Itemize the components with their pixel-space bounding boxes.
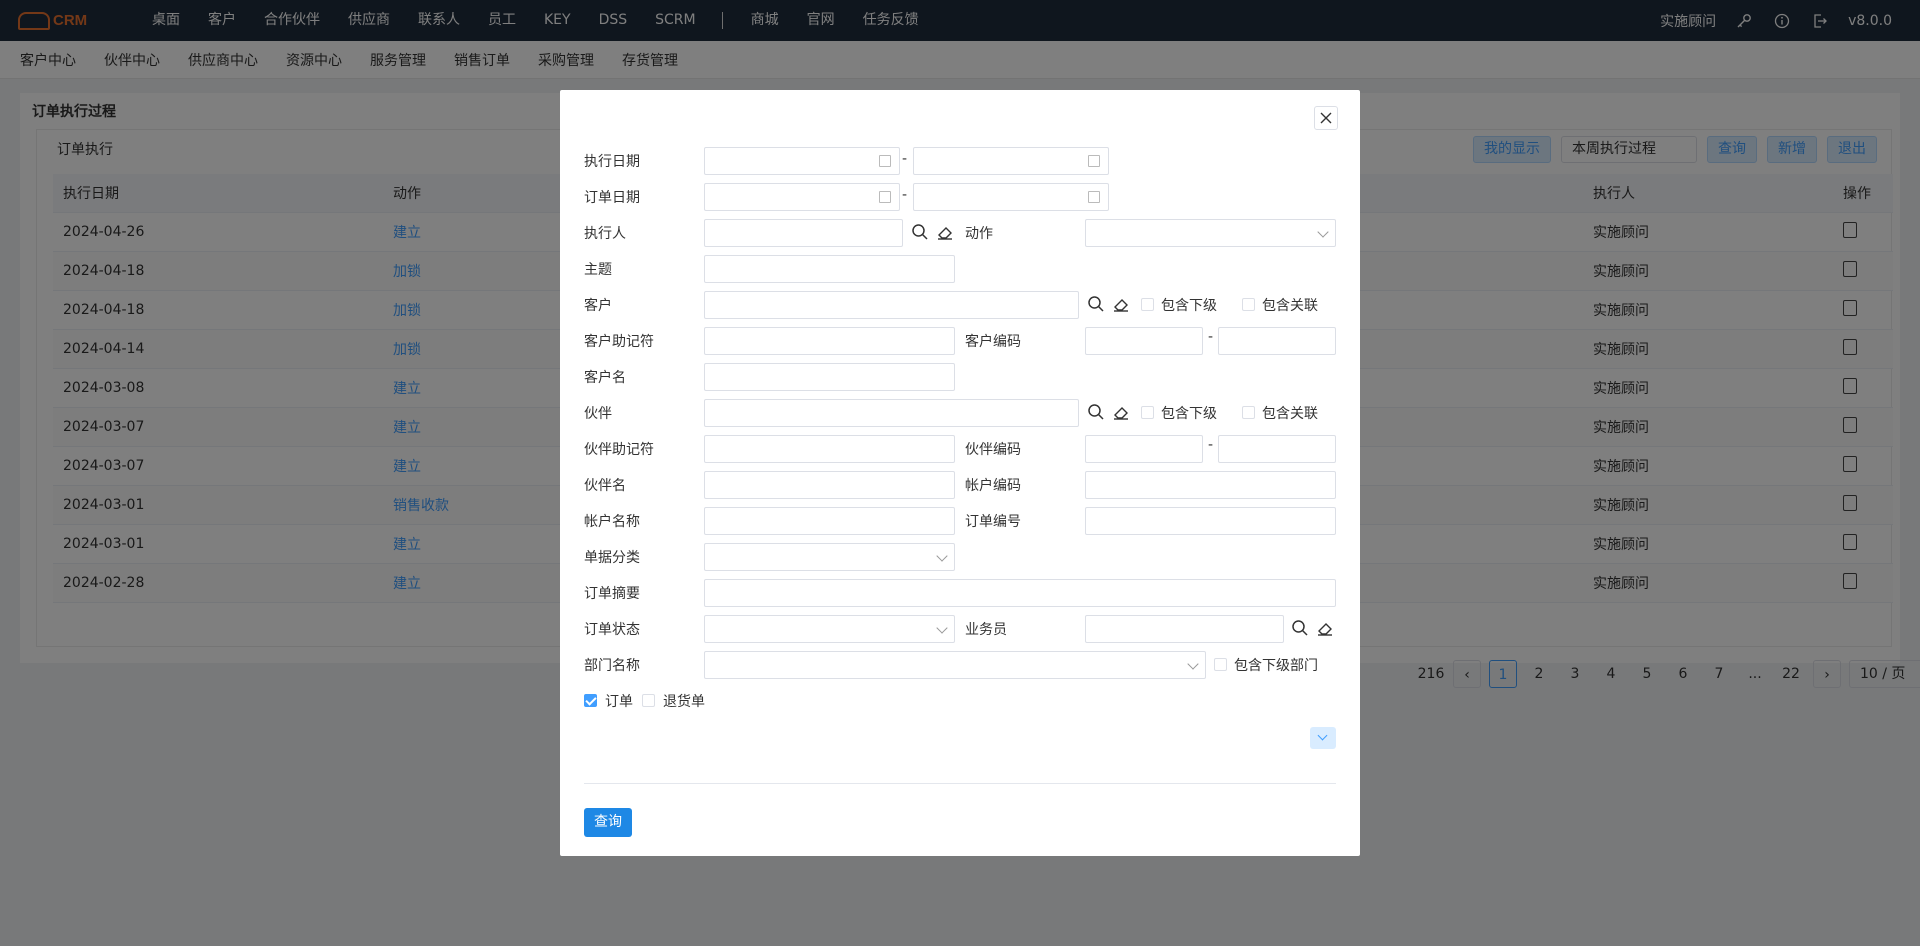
partner-code-end[interactable] [1218,435,1336,463]
cust-code-label: 客户编码 [965,334,1021,350]
partner-include-rel-checkbox[interactable] [1242,406,1255,419]
cust-code-end[interactable] [1218,327,1336,355]
action-select[interactable] [1085,219,1336,247]
calendar-icon [879,155,891,167]
customer-include-sub-checkbox[interactable] [1141,298,1154,311]
include-sub-label: 包含下级 [1161,298,1217,314]
partner-name-input[interactable] [704,471,955,499]
cust-name-label: 客户名 [584,370,626,386]
salesperson-input[interactable] [1085,615,1284,643]
include-rel-label: 包含关联 [1262,406,1318,422]
dept-name-label: 部门名称 [584,658,640,674]
return-order-checkbox[interactable] [642,694,655,707]
executor-input[interactable] [704,219,903,247]
close-button[interactable] [1314,106,1338,130]
action-label: 动作 [965,226,993,242]
exec-date-end[interactable] [913,147,1109,175]
eraser-icon[interactable] [1316,619,1334,637]
order-status-select[interactable] [704,615,955,643]
exec-date-label: 执行日期 [584,154,640,170]
partner-mnemonic-input[interactable] [704,435,955,463]
exec-date-start[interactable] [704,147,900,175]
order-checkbox[interactable] [584,694,597,707]
return-order-checkbox-label: 退货单 [663,694,705,710]
customer-label: 客户 [584,298,612,314]
order-summary-input[interactable] [704,579,1336,607]
cust-mnemonic-label: 客户助记符 [584,334,654,350]
order-no-label: 订单编号 [965,514,1021,530]
date-range-dash: - [902,151,908,167]
close-icon [1320,112,1332,124]
include-rel-label: 包含关联 [1262,298,1318,314]
calendar-icon [1088,155,1100,167]
search-dialog: 执行日期 - 订单日期 - 执行人 动作 主题 客户 包含下级 包含关联 客户助… [560,90,1360,856]
cust-mnemonic-input[interactable] [704,327,955,355]
date-range-dash: - [902,187,908,203]
partner-name-label: 伙伴名 [584,478,626,494]
search-icon[interactable] [911,223,929,241]
account-name-input[interactable] [704,507,955,535]
chevron-down-icon [1187,658,1199,670]
doc-category-select[interactable] [704,543,955,571]
cust-code-start[interactable] [1085,327,1203,355]
order-date-label: 订单日期 [584,190,640,206]
account-code-input[interactable] [1085,471,1336,499]
order-status-label: 订单状态 [584,622,640,638]
dialog-divider [584,783,1336,784]
partner-code-label: 伙伴编码 [965,442,1021,458]
partner-mnemonic-label: 伙伴助记符 [584,442,654,458]
eraser-icon[interactable] [936,223,954,241]
subject-label: 主题 [584,262,612,278]
doc-category-label: 单据分类 [584,550,640,566]
eraser-icon[interactable] [1112,403,1130,421]
executor-label: 执行人 [584,226,626,242]
calendar-icon [1088,191,1100,203]
chevron-down-icon [936,550,948,562]
dialog-query-button[interactable]: 查询 [584,808,632,837]
code-range-dash: - [1208,329,1214,345]
expand-more-button[interactable] [1310,727,1336,749]
account-name-label: 帐户名称 [584,514,640,530]
include-sub-label: 包含下级 [1161,406,1217,422]
partner-label: 伙伴 [584,406,612,422]
customer-include-rel-checkbox[interactable] [1242,298,1255,311]
order-checkbox-label: 订单 [605,694,633,710]
chevron-down-icon [1317,226,1329,238]
salesperson-label: 业务员 [965,622,1007,638]
include-sub-dept-label: 包含下级部门 [1234,658,1318,674]
search-icon[interactable] [1291,619,1309,637]
search-icon[interactable] [1087,295,1105,313]
partner-include-sub-checkbox[interactable] [1141,406,1154,419]
code-range-dash: - [1208,437,1214,453]
chevron-down-icon [936,622,948,634]
order-no-input[interactable] [1085,507,1336,535]
account-code-label: 帐户编码 [965,478,1021,494]
partner-code-start[interactable] [1085,435,1203,463]
cust-name-input[interactable] [704,363,955,391]
calendar-icon [879,191,891,203]
eraser-icon[interactable] [1112,295,1130,313]
order-date-end[interactable] [913,183,1109,211]
customer-input[interactable] [704,291,1079,319]
order-summary-label: 订单摘要 [584,586,640,602]
order-date-start[interactable] [704,183,900,211]
search-icon[interactable] [1087,403,1105,421]
partner-input[interactable] [704,399,1079,427]
subject-input[interactable] [704,255,955,283]
include-sub-dept-checkbox[interactable] [1214,658,1227,671]
dept-name-select[interactable] [704,651,1206,679]
